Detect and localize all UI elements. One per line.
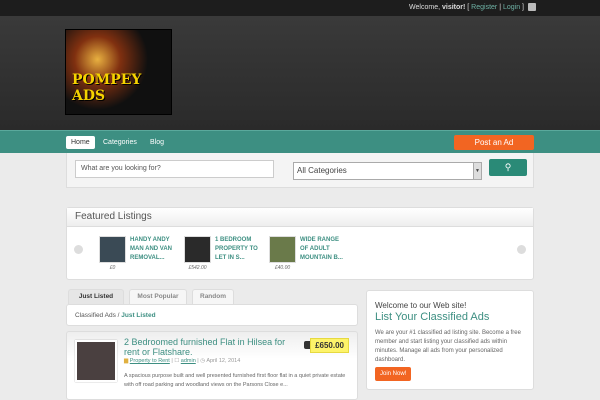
user-icon: ☐ — [174, 358, 180, 364]
category-select[interactable]: All Categories ▼ — [293, 162, 482, 180]
listing-item: 2 Bedroomed furnished Flat in Hilsea for… — [66, 331, 358, 400]
nav-categories[interactable]: Categories — [98, 136, 142, 149]
price: £542.00 — [188, 265, 207, 271]
welcome-widget: Welcome to our Web site! List Your Class… — [366, 290, 534, 390]
widget-text: We are your #1 classified ad listing sit… — [375, 330, 521, 363]
category-link[interactable]: Property to Rent — [130, 358, 170, 364]
bracket: ] — [520, 4, 524, 11]
widget-heading: Welcome to our Web site! — [375, 301, 467, 310]
username: visitor! — [441, 4, 466, 11]
listing-title[interactable]: 2 Bedroomed furnished Flat in Hilsea for… — [124, 337, 299, 357]
tab-just-listed[interactable]: Just Listed — [68, 289, 124, 304]
listing-meta: ▆ Property to Rent | ☐ admin | ◷ April 1… — [124, 358, 241, 364]
author-link[interactable]: admin — [181, 358, 196, 364]
thumbnail — [269, 236, 296, 263]
welcome-text: Welcome, visitor! [ Register | Login ] — [409, 4, 524, 11]
join-now-button[interactable]: Join Now! — [375, 367, 412, 381]
widget-title: List Your Classified Ads — [375, 311, 490, 323]
listing-description: A spacious purpose built and well presen… — [124, 373, 346, 388]
search-input[interactable]: What are you looking for? — [75, 160, 274, 178]
prev-arrow-icon[interactable] — [74, 245, 83, 254]
breadcrumb: Classified Ads / Just Listed — [66, 304, 358, 326]
main-nav: Home Categories Blog Post an Ad — [0, 130, 600, 153]
tab-random[interactable]: Random — [192, 289, 234, 304]
header: POMPEY ADS — [0, 16, 600, 130]
breadcrumb-root[interactable]: Classified Ads — [75, 312, 116, 319]
category-value: All Categories — [297, 166, 347, 175]
post-ad-button[interactable]: Post an Ad — [454, 135, 534, 150]
featured-title: Featured Listings — [67, 208, 533, 227]
folder-icon: ▆ — [124, 358, 129, 364]
featured-listings: Featured Listings £0 HANDY ANDY MAN AND V… — [66, 207, 534, 280]
thumbnail — [99, 236, 126, 263]
nav-blog[interactable]: Blog — [145, 136, 169, 149]
listing-date: April 12, 2014 — [206, 358, 241, 364]
rss-icon[interactable] — [528, 3, 536, 11]
item-title[interactable]: 1 BEDROOM PROPERTY TO LET IN S... — [215, 236, 260, 263]
login-link[interactable]: Login — [503, 4, 520, 11]
chevron-down-icon: ▼ — [473, 163, 481, 179]
logo-text: POMPEY ADS — [72, 72, 142, 104]
nav-home[interactable]: Home — [66, 136, 95, 149]
listing-price: £650.00 — [310, 338, 349, 353]
tab-most-popular[interactable]: Most Popular — [129, 289, 187, 304]
price: £40.00 — [274, 265, 291, 271]
top-bar: Welcome, visitor! [ Register | Login ] — [0, 0, 600, 16]
breadcrumb-current: Just Listed — [121, 312, 156, 319]
search-icon: ⚲ — [504, 162, 512, 172]
clock-icon: ◷ — [200, 358, 206, 364]
listing-thumbnail[interactable] — [75, 340, 117, 382]
welcome-label: Welcome, — [409, 4, 442, 11]
next-arrow-icon[interactable] — [517, 245, 526, 254]
thumbnail — [184, 236, 211, 263]
register-link[interactable]: Register — [471, 4, 497, 11]
item-title[interactable]: HANDY ANDY MAN AND VAN REMOVAL... — [130, 236, 175, 263]
search-bar: What are you looking for? All Categories… — [66, 153, 534, 188]
search-button[interactable]: ⚲ — [489, 159, 527, 176]
site-logo[interactable]: POMPEY ADS — [65, 29, 172, 115]
item-title[interactable]: WIDE RANGE OF ADULT MOUNTAIN B... — [300, 236, 345, 263]
price: £0 — [109, 265, 116, 271]
